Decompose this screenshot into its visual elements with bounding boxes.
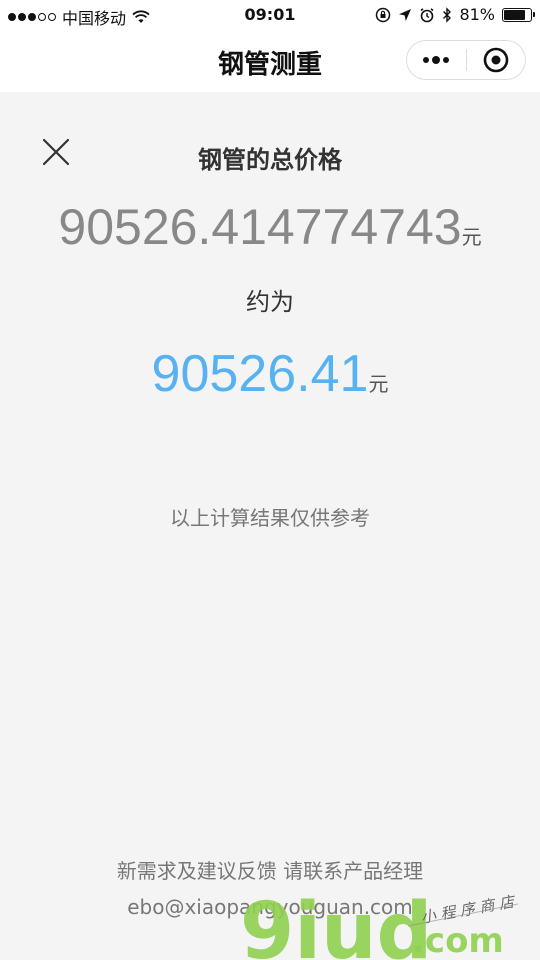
exact-price-value: 90526.414774743 [58,199,462,255]
location-icon [399,8,412,21]
svg-text:.com: .com [412,921,504,960]
battery-percent: 81% [459,5,495,24]
close-miniprogram-icon [483,47,509,73]
more-dots-icon [423,56,450,64]
rounded-price-value: 90526.41 [151,345,369,403]
exact-price: 90526.414774743元 [0,198,540,256]
miniprogram-capsule [406,40,526,80]
result-title: 钢管的总价格 [198,146,342,174]
rotation-lock-icon [376,7,391,22]
battery-icon [502,7,535,22]
close-miniprogram-button[interactable] [466,41,525,79]
rounded-price-unit: 元 [368,372,389,396]
battery-level [504,9,526,20]
contact-email[interactable]: ebo@xiaopangyouguan.com [0,895,540,919]
more-button[interactable] [407,41,466,79]
approx-label: 约为 [246,288,294,316]
rounded-price: 90526.41元 [0,344,540,404]
nav-bar: 钢管测重 [0,30,540,92]
status-right: 81% [375,5,535,24]
alarm-icon [420,7,434,22]
feedback-text: 新需求及建议反馈 请联系产品经理 [116,859,424,883]
disclaimer-note: 以上计算结果仅供参考 [170,506,370,530]
bluetooth-icon [443,6,452,23]
exact-price-unit: 元 [461,225,482,249]
status-bar: 中国移动 09:01 81% [0,0,540,30]
